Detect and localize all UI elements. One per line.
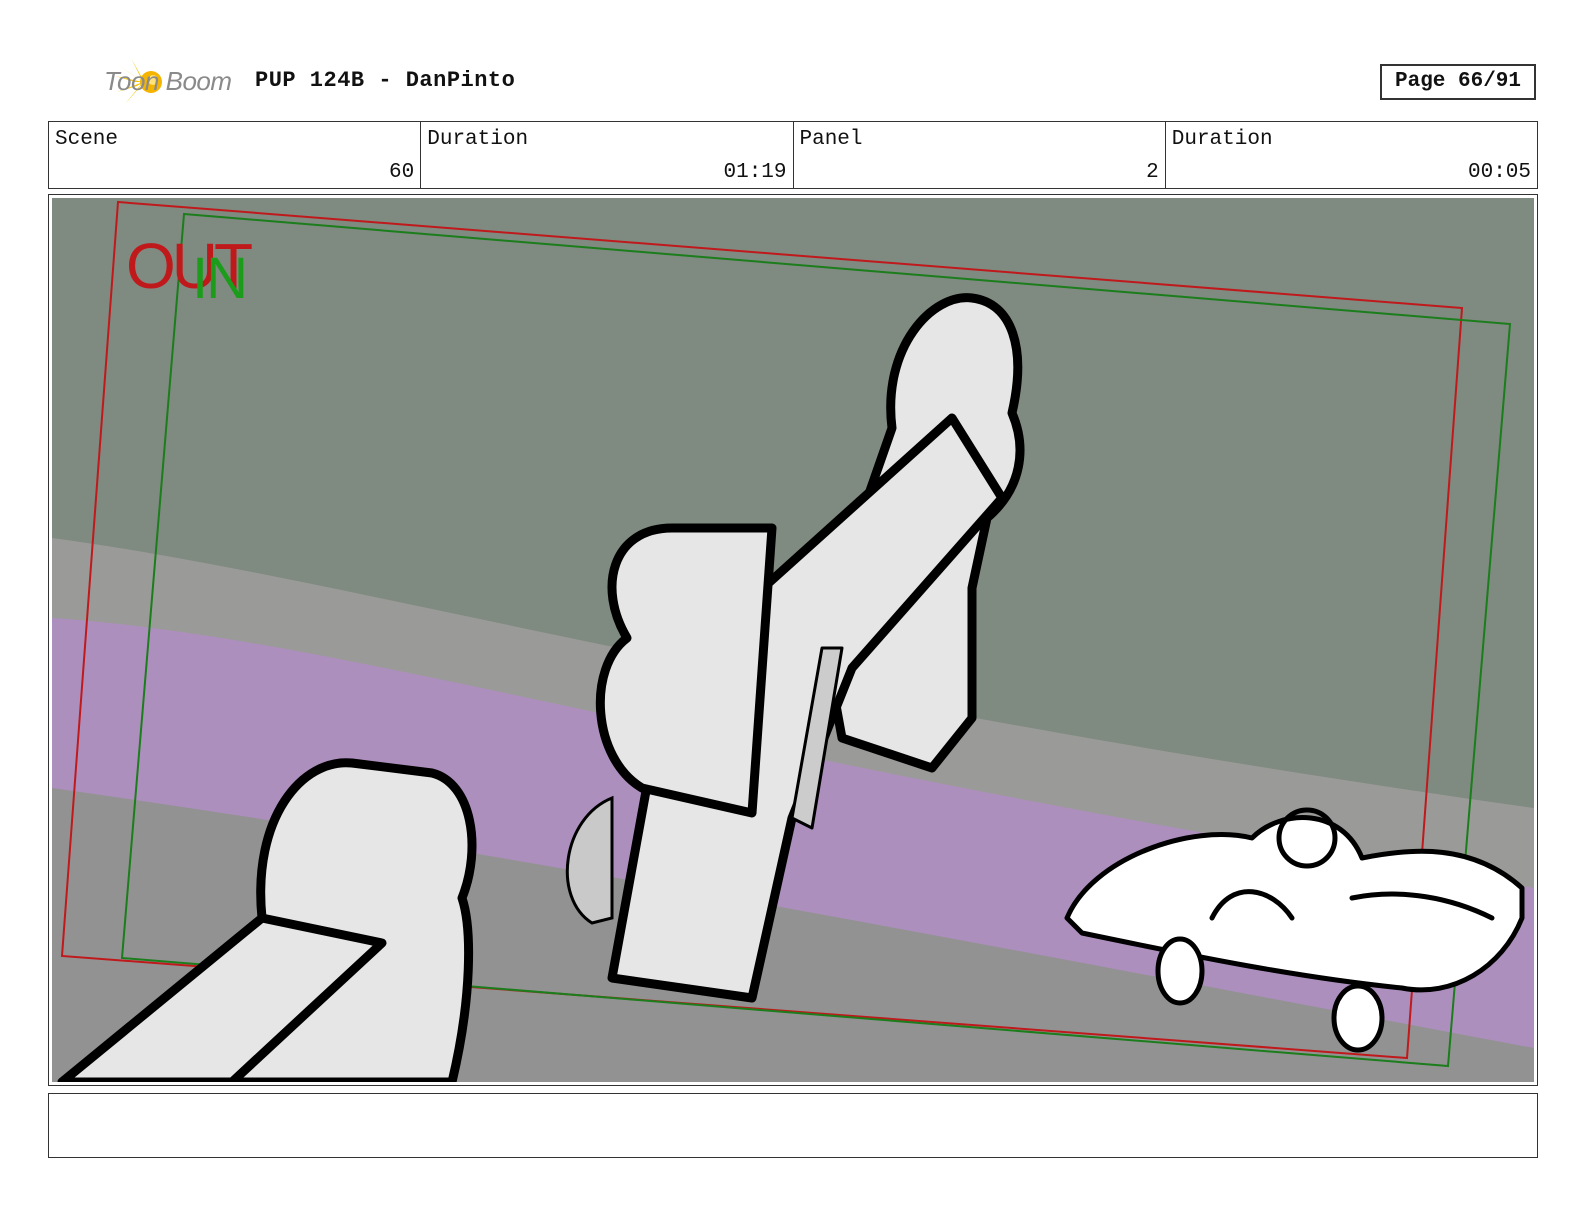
panel-duration-value: 00:05 [1467,161,1531,184]
scene-duration-value: 01:19 [723,161,787,184]
document-title: PUP 124B - DanPinto [255,68,516,93]
panel-label: Panel [799,128,863,151]
scene-value: 60 [389,161,415,184]
panel-cell: Panel 2 [794,122,1166,188]
panel-duration-cell: Duration 00:05 [1166,122,1537,188]
scene-info-row: Scene 60 Duration 01:19 Panel 2 Duration… [48,121,1538,189]
notes-box [48,1093,1538,1158]
scene-label: Scene [55,128,119,151]
brand-name: Toon Boom [104,66,232,96]
panel-value: 2 [1146,161,1159,184]
in-label: IN [192,246,246,311]
panel-duration-label: Duration [1171,128,1273,151]
scene-duration-label: Duration [427,128,529,151]
page-number: Page 66/91 [1380,64,1536,100]
storyboard-panel-drawing: OUT IN [52,198,1534,1082]
scene-cell: Scene 60 [49,122,422,188]
scene-duration-cell: Duration 01:19 [421,122,794,188]
